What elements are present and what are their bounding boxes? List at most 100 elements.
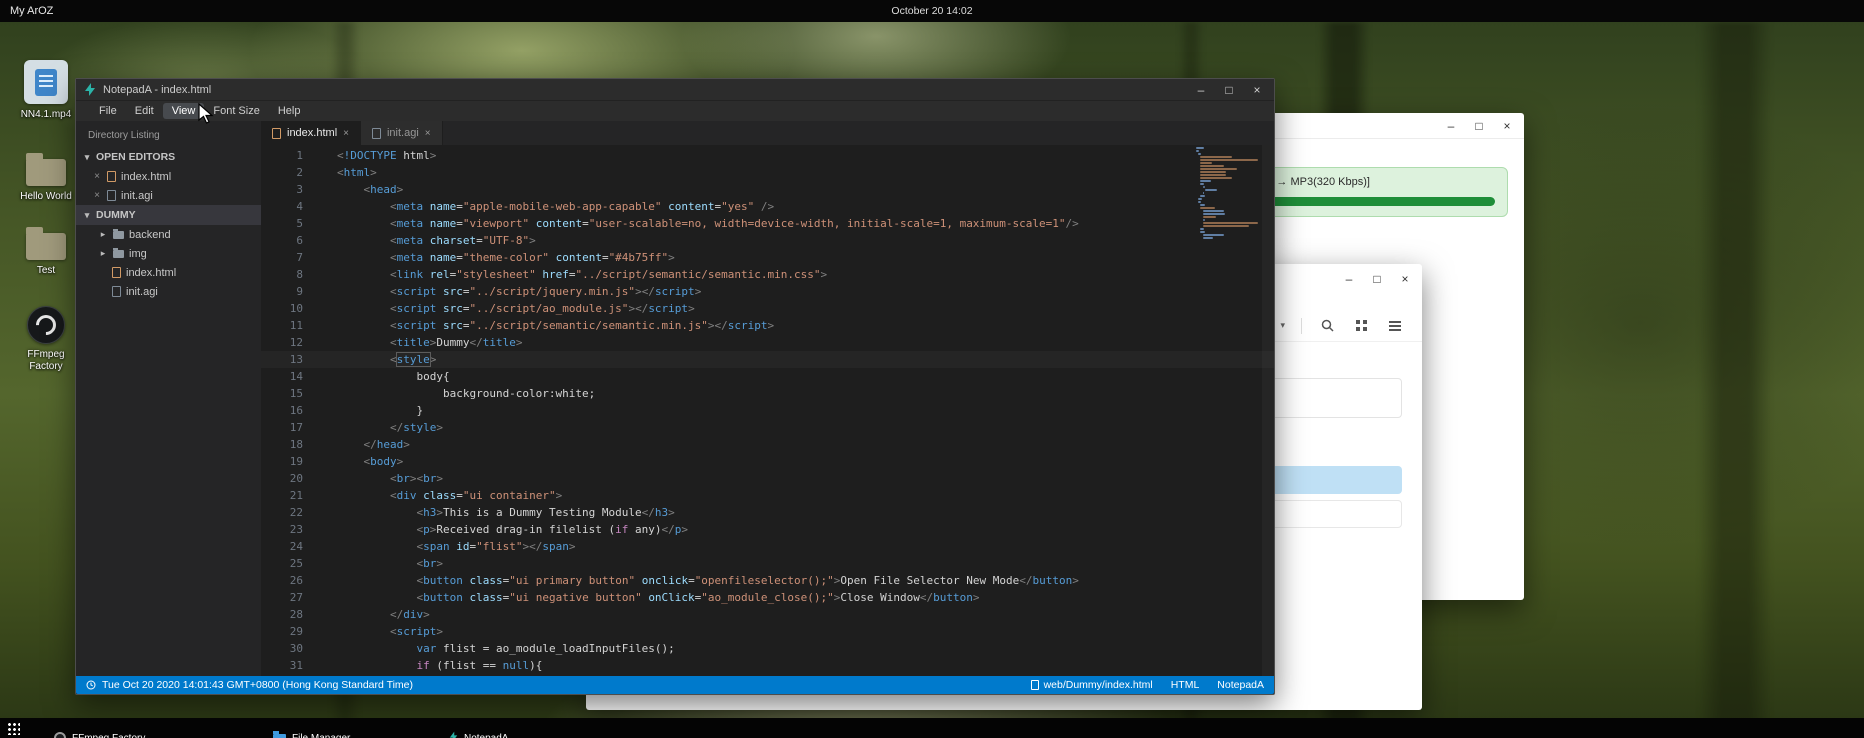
code-text: <meta charset="UTF-8"> bbox=[325, 232, 536, 249]
editor-tab-index.html[interactable]: index.html× bbox=[261, 121, 361, 145]
status-language[interactable]: HTML bbox=[1171, 679, 1200, 691]
line-number: 14 bbox=[261, 368, 325, 385]
minimize-button[interactable]: – bbox=[1444, 120, 1458, 132]
open-editor-item[interactable]: ×init.agi bbox=[76, 186, 261, 205]
status-datetime: Tue Oct 20 2020 14:01:43 GMT+0800 (Hong … bbox=[102, 679, 413, 691]
line-number: 26 bbox=[261, 572, 325, 589]
editor-scrollbar[interactable] bbox=[1262, 145, 1274, 676]
close-icon[interactable]: × bbox=[343, 128, 349, 139]
code-line[interactable]: 14 body{ bbox=[261, 368, 1274, 385]
notepad-titlebar[interactable]: NotepadA - index.html – □ × bbox=[76, 79, 1274, 101]
close-button[interactable]: × bbox=[1250, 84, 1264, 96]
taskbar-app-ffmpeg-factory[interactable]: FFmpeg Factory bbox=[48, 728, 151, 738]
code-line[interactable]: 17 </style> bbox=[261, 419, 1274, 436]
code-line[interactable]: 7 <meta name="theme-color" content="#4b7… bbox=[261, 249, 1274, 266]
tree-folder-item[interactable]: ▸img bbox=[76, 244, 261, 263]
maximize-button[interactable]: □ bbox=[1222, 84, 1236, 96]
code-line[interactable]: 27 <button class="ui negative button" on… bbox=[261, 589, 1274, 606]
start-button[interactable] bbox=[0, 718, 26, 738]
code-line[interactable]: 3 <head> bbox=[261, 181, 1274, 198]
menu-item-file[interactable]: File bbox=[90, 103, 126, 119]
code-text: <br><br> bbox=[325, 470, 443, 487]
editor-tab-init.agi[interactable]: init.agi × bbox=[361, 121, 443, 145]
chevron-right-icon: ▸ bbox=[98, 229, 108, 240]
start-grid-icon bbox=[7, 722, 20, 735]
code-line[interactable]: 1<!DOCTYPE html> bbox=[261, 147, 1274, 164]
close-icon[interactable]: × bbox=[92, 190, 102, 201]
code-line[interactable]: 4 <meta name="apple-mobile-web-app-capab… bbox=[261, 198, 1274, 215]
tree-file-item[interactable]: init.agi bbox=[76, 282, 261, 301]
code-area[interactable]: 1<!DOCTYPE html>2<html>3 <head>4 <meta n… bbox=[261, 145, 1274, 674]
minimize-button[interactable]: – bbox=[1342, 273, 1356, 285]
code-line[interactable]: 28 </div> bbox=[261, 606, 1274, 623]
grid-view-icon[interactable] bbox=[1352, 317, 1370, 335]
code-line[interactable]: 26 <button class="ui primary button" onc… bbox=[261, 572, 1274, 589]
close-button[interactable]: × bbox=[1500, 120, 1514, 132]
status-app-name[interactable]: NotepadA bbox=[1217, 679, 1264, 691]
code-line[interactable]: 22 <h3>This is a Dummy Testing Module</h… bbox=[261, 504, 1274, 521]
list-view-icon[interactable] bbox=[1386, 317, 1404, 335]
code-line[interactable]: 12 <title>Dummy</title> bbox=[261, 334, 1274, 351]
maximize-button[interactable]: □ bbox=[1472, 120, 1486, 132]
code-line[interactable]: 11 <script src="../script/semantic/seman… bbox=[261, 317, 1274, 334]
line-number: 21 bbox=[261, 487, 325, 504]
folder-icon bbox=[26, 233, 66, 260]
open-editors-section[interactable]: ▾ OPEN EDITORS bbox=[76, 147, 261, 167]
minimap[interactable] bbox=[1194, 147, 1260, 240]
desktop-icon-test[interactable]: Test bbox=[10, 224, 82, 277]
minimize-button[interactable]: – bbox=[1194, 84, 1208, 96]
tree-folder-item[interactable]: ▸backend bbox=[76, 225, 261, 244]
code-text: } bbox=[325, 402, 423, 419]
system-brand[interactable]: My ArOZ bbox=[10, 5, 53, 17]
close-icon[interactable]: × bbox=[92, 171, 102, 182]
menu-item-edit[interactable]: Edit bbox=[126, 103, 163, 119]
code-line[interactable]: 19 <body> bbox=[261, 453, 1274, 470]
code-line[interactable]: 2<html> bbox=[261, 164, 1274, 181]
code-line[interactable]: 8 <link rel="stylesheet" href="../script… bbox=[261, 266, 1274, 283]
menu-item-help[interactable]: Help bbox=[269, 103, 310, 119]
code-line[interactable]: 9 <script src="../script/jquery.min.js">… bbox=[261, 283, 1274, 300]
code-line[interactable]: 29 <script> bbox=[261, 623, 1274, 640]
search-icon[interactable] bbox=[1318, 317, 1336, 335]
code-line[interactable]: 18 </head> bbox=[261, 436, 1274, 453]
code-line[interactable]: 30 var flist = ao_module_loadInputFiles(… bbox=[261, 640, 1274, 657]
code-line[interactable]: 24 <span id="flist"></span> bbox=[261, 538, 1274, 555]
menu-item-font-size[interactable]: Font Size bbox=[204, 103, 268, 119]
minimap-line bbox=[1200, 231, 1204, 233]
code-line[interactable]: 6 <meta charset="UTF-8"> bbox=[261, 232, 1274, 249]
taskbar-app-file-manager[interactable]: File Manager bbox=[267, 728, 356, 738]
code-line[interactable]: 23 <p>Received drag-in filelist (if any)… bbox=[261, 521, 1274, 538]
menu-item-view[interactable]: View bbox=[163, 103, 205, 119]
code-line[interactable]: 25 <br> bbox=[261, 555, 1274, 572]
desktop-icon-hello-world[interactable]: Hello World bbox=[10, 150, 82, 203]
code-line[interactable]: 21 <div class="ui container"> bbox=[261, 487, 1274, 504]
open-editors-label: OPEN EDITORS bbox=[96, 151, 175, 163]
file-manager-icon bbox=[273, 734, 286, 738]
tab-label: init.agi bbox=[387, 127, 419, 139]
clock-icon bbox=[86, 680, 96, 690]
workspace-folder-section[interactable]: ▾ DUMMY bbox=[76, 205, 261, 225]
taskbar-app-notepada[interactable]: NotepadA bbox=[443, 728, 514, 738]
code-line[interactable]: 5 <meta name="viewport" content="user-sc… bbox=[261, 215, 1274, 232]
code-line[interactable]: 13 <style> bbox=[261, 351, 1274, 368]
line-number: 17 bbox=[261, 419, 325, 436]
close-button[interactable]: × bbox=[1398, 273, 1412, 285]
code-text: if (flist == null){ bbox=[325, 657, 542, 674]
line-number: 18 bbox=[261, 436, 325, 453]
open-editor-item[interactable]: ×index.html bbox=[76, 167, 261, 186]
notepad-window[interactable]: NotepadA - index.html – □ × FileEditView… bbox=[75, 78, 1275, 695]
close-icon[interactable]: × bbox=[425, 128, 431, 139]
code-line[interactable]: 20 <br><br> bbox=[261, 470, 1274, 487]
tree-file-item[interactable]: index.html bbox=[76, 263, 261, 282]
code-editor[interactable]: index.html× init.agi × 1<!DOCTYPE html>2<h… bbox=[261, 121, 1274, 676]
code-text: <meta name="viewport" content="user-scal… bbox=[325, 215, 1079, 232]
code-line[interactable]: 31 if (flist == null){ bbox=[261, 657, 1274, 674]
desktop-icon-label: Hello World bbox=[20, 191, 72, 203]
code-line[interactable]: 15 background-color:white; bbox=[261, 385, 1274, 402]
status-file-path[interactable]: web/Dummy/index.html bbox=[1031, 679, 1153, 691]
desktop-icon-ffmpeg-factory[interactable]: FFmpeg Factory bbox=[10, 306, 82, 373]
desktop-icon-nn4-1-mp4[interactable]: NN4.1.mp4 bbox=[10, 60, 82, 121]
code-line[interactable]: 16 } bbox=[261, 402, 1274, 419]
code-line[interactable]: 10 <script src="../script/ao_module.js">… bbox=[261, 300, 1274, 317]
maximize-button[interactable]: □ bbox=[1370, 273, 1384, 285]
